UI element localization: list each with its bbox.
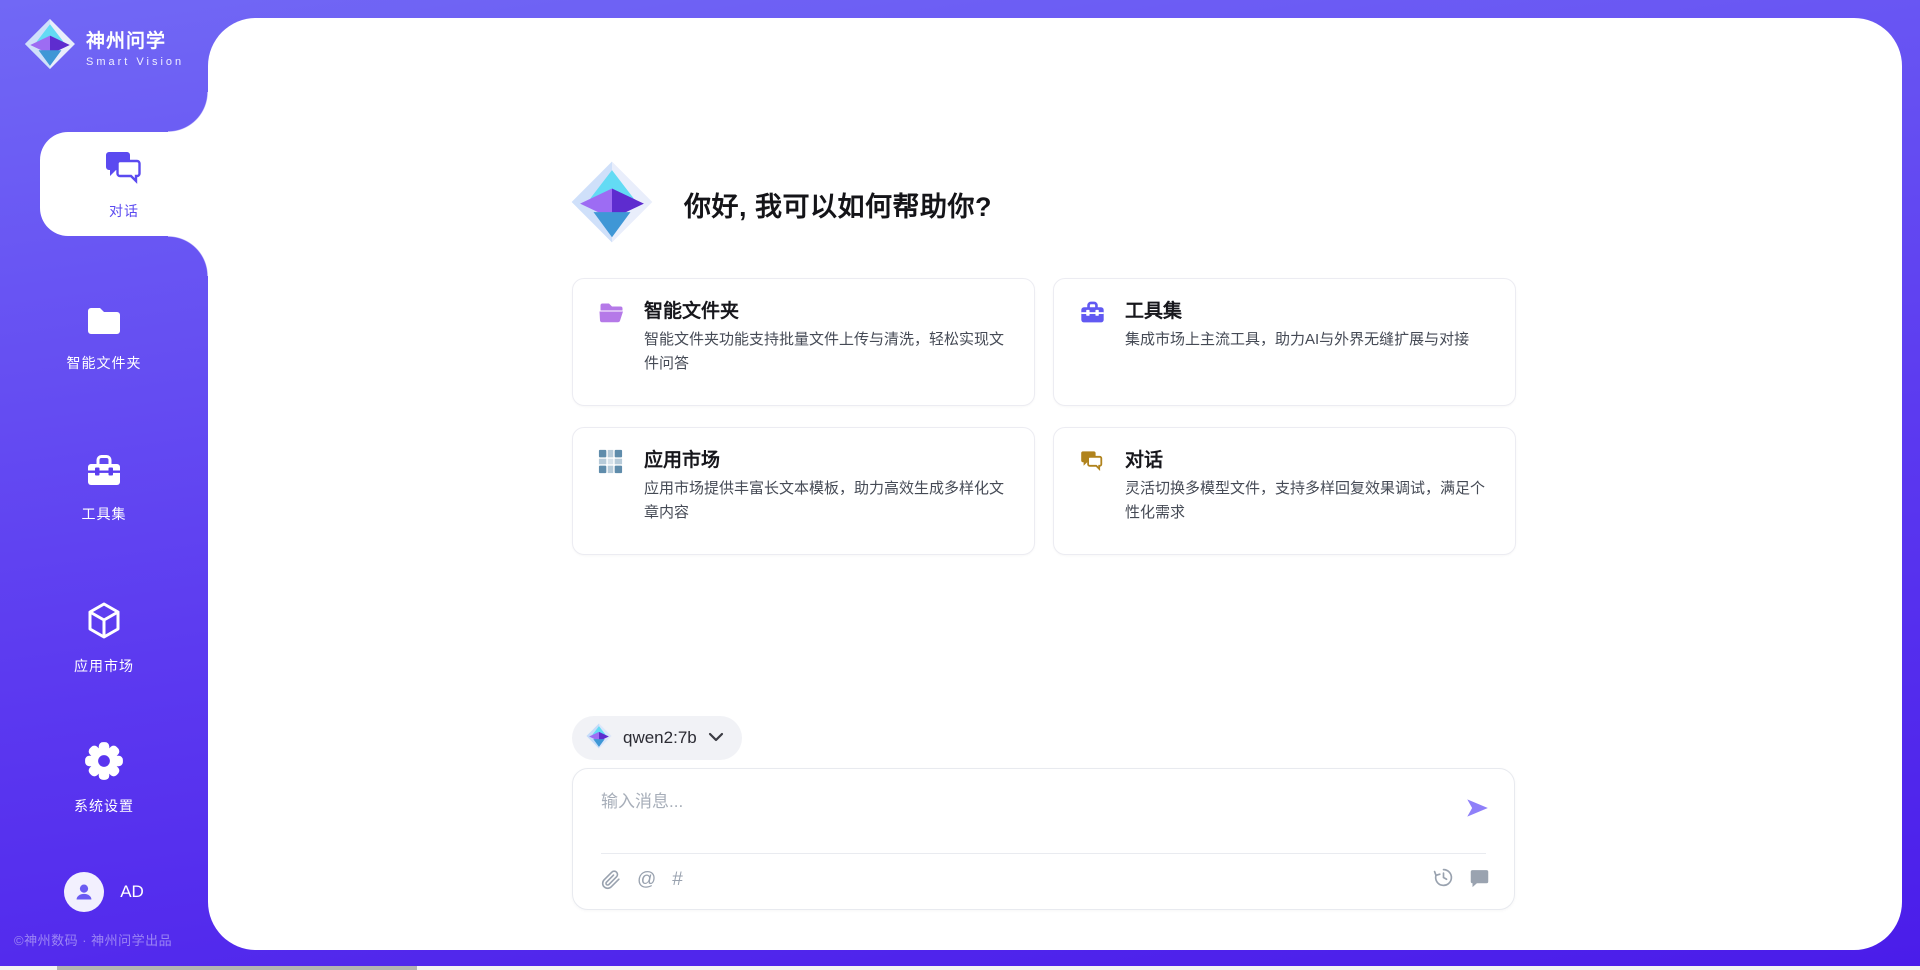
sidebar-item-app-market[interactable]: 应用市场	[0, 596, 208, 680]
composer-divider	[601, 853, 1486, 854]
folder-open-icon	[598, 300, 625, 329]
greeting-block: 你好, 我可以如何帮助你?	[570, 160, 992, 249]
brand-name: 神州问学	[86, 26, 184, 53]
message-composer: @ #	[572, 768, 1515, 910]
card-description: 集成市场上主流工具，助力AI与外界无缝扩展与对接	[1125, 328, 1497, 352]
sidebar-item-label: 应用市场	[74, 656, 134, 676]
sidebar-item-label: 对话	[109, 201, 139, 221]
sidebar-item-chat[interactable]: 对话	[40, 132, 208, 236]
copyright-footer: ©神州数码 · 神州问学出品	[14, 930, 204, 949]
sidebar-item-label: 系统设置	[74, 796, 134, 816]
cube-icon	[84, 600, 124, 647]
feature-card-app-market[interactable]: 应用市场 应用市场提供丰富长文本模板，助力高效生成多样化文章内容	[572, 427, 1035, 555]
feature-card-chat[interactable]: 对话 灵活切换多模型文件，支持多样回复效果调试，满足个性化需求	[1053, 427, 1516, 555]
message-icon[interactable]	[1469, 867, 1490, 888]
card-title: 对话	[1125, 445, 1163, 472]
sidebar-item-settings[interactable]: 系统设置	[0, 736, 208, 820]
user-initials: AD	[120, 882, 144, 902]
card-title: 应用市场	[644, 445, 720, 472]
diamond-logo-icon	[24, 18, 76, 75]
card-description: 灵活切换多模型文件，支持多样回复效果调试，满足个性化需求	[1125, 477, 1497, 525]
person-icon	[72, 880, 96, 904]
app-grid-icon	[598, 449, 623, 479]
feature-card-smart-folder[interactable]: 智能文件夹 智能文件夹功能支持批量文件上传与清洗，轻松实现文件问答	[572, 278, 1035, 406]
horizontal-scrollbar-thumb[interactable]	[57, 966, 417, 970]
model-selector[interactable]: qwen2:7b	[572, 716, 742, 760]
avatar	[64, 872, 104, 912]
message-input[interactable]	[601, 787, 1421, 817]
send-icon[interactable]	[1464, 795, 1490, 821]
at-sign-icon[interactable]: @	[637, 867, 656, 893]
diamond-logo-icon	[570, 160, 654, 249]
brand-logo: 神州问学 Smart Vision	[24, 18, 184, 75]
chevron-down-icon	[708, 729, 724, 747]
attachment-icon[interactable]	[601, 869, 621, 891]
user-account[interactable]: AD	[0, 872, 208, 912]
folder-icon	[84, 303, 124, 344]
toolbox-icon	[84, 452, 124, 495]
model-name: qwen2:7b	[623, 728, 697, 748]
chat-bubbles-icon	[1079, 449, 1105, 478]
card-title: 工具集	[1125, 296, 1182, 323]
history-icon[interactable]	[1433, 867, 1454, 888]
card-title: 智能文件夹	[644, 296, 739, 323]
feature-card-toolset[interactable]: 工具集 集成市场上主流工具，助力AI与外界无缝扩展与对接	[1053, 278, 1516, 406]
sidebar-item-label: 智能文件夹	[67, 353, 142, 373]
card-description: 智能文件夹功能支持批量文件上传与清洗，轻松实现文件问答	[644, 328, 1016, 376]
chat-bubbles-icon	[103, 148, 145, 193]
sidebar-item-smart-folder[interactable]: 智能文件夹	[0, 296, 208, 380]
brand-subtitle: Smart Vision	[86, 56, 184, 68]
card-description: 应用市场提供丰富长文本模板，助力高效生成多样化文章内容	[644, 477, 1016, 525]
toolbox-icon	[1079, 300, 1106, 330]
horizontal-scrollbar-track[interactable]	[0, 966, 1920, 970]
hash-icon[interactable]: #	[672, 867, 683, 893]
sidebar-item-label: 工具集	[82, 504, 127, 524]
gear-icon	[83, 740, 125, 787]
sidebar: 神州问学 Smart Vision 对话 智能文件夹	[0, 0, 208, 970]
sidebar-item-toolset[interactable]: 工具集	[0, 446, 208, 530]
greeting-text: 你好, 我可以如何帮助你?	[684, 185, 992, 224]
diamond-logo-icon	[586, 723, 612, 754]
